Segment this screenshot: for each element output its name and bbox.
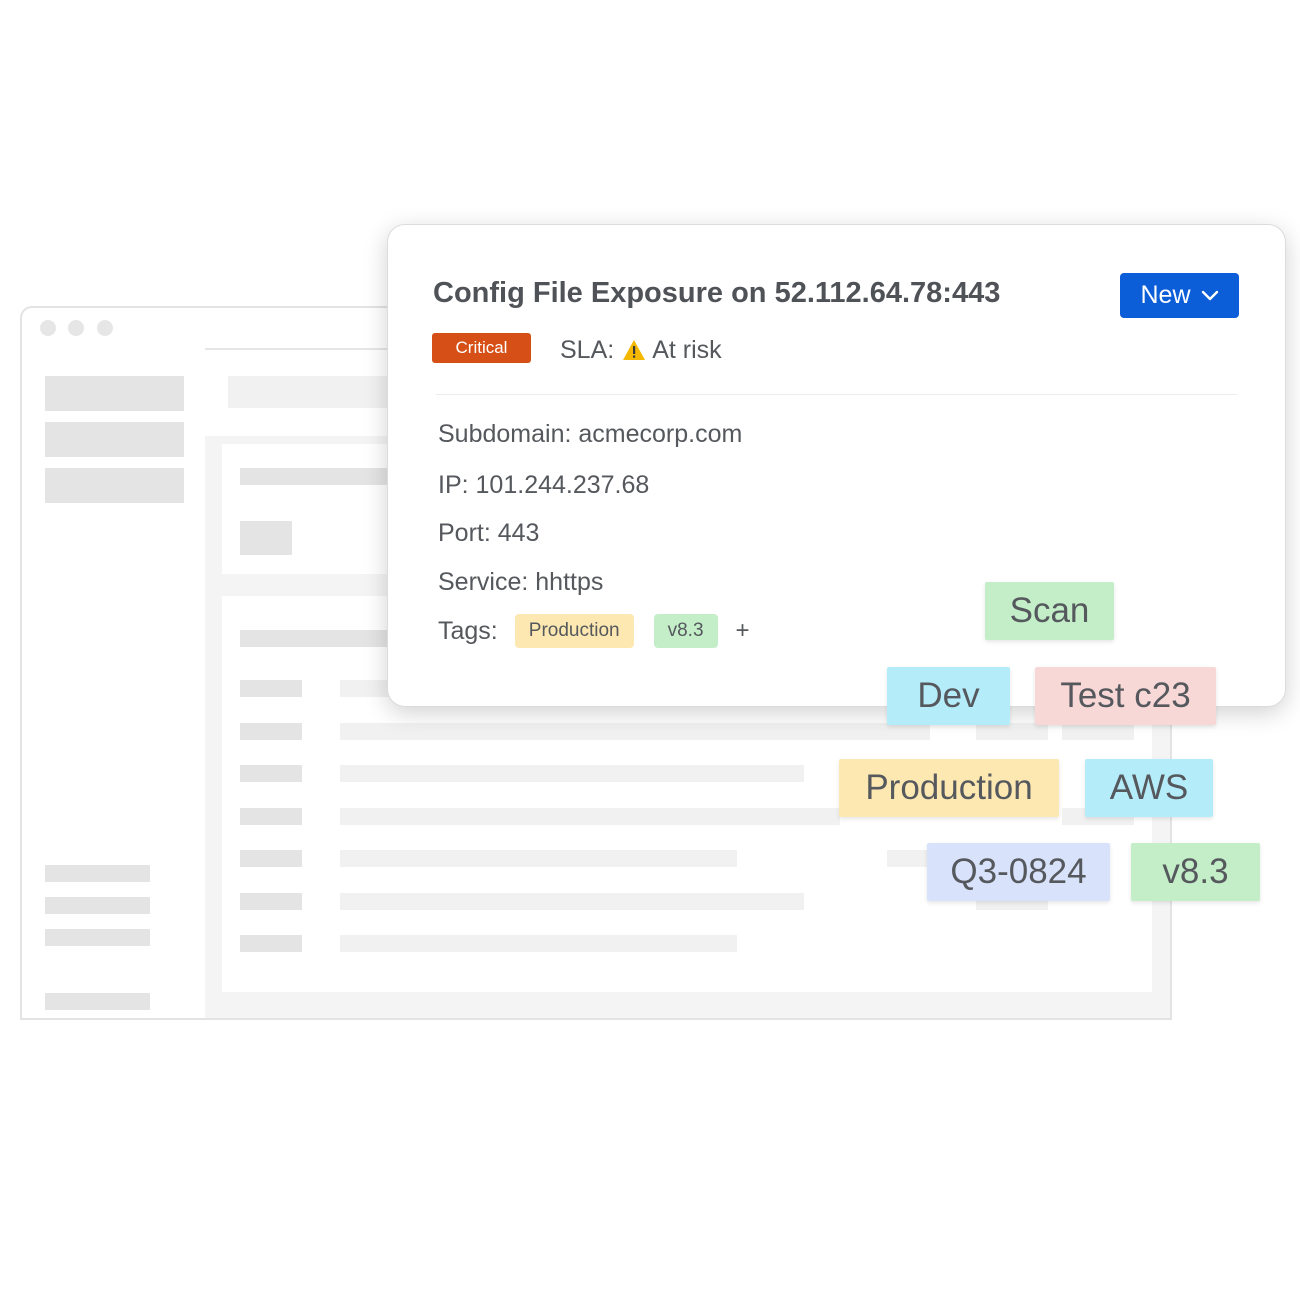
tag-production[interactable]: Production — [514, 614, 634, 648]
table-placeholder-cell — [240, 935, 302, 952]
severity-badge: Critical — [432, 333, 531, 363]
ip-value: 101.244.237.68 — [475, 471, 650, 499]
sidebar-placeholder-block — [45, 376, 184, 411]
sidebar-placeholder-block — [45, 422, 184, 457]
table-placeholder-bar — [340, 723, 930, 740]
table-placeholder-cell — [240, 808, 302, 825]
add-tag-button[interactable]: + — [736, 617, 750, 645]
service-value: hhttps — [535, 568, 604, 596]
table-placeholder-cell — [240, 680, 302, 697]
floating-tag-aws[interactable]: AWS — [1085, 759, 1213, 817]
table-placeholder-bar — [340, 850, 737, 867]
table-placeholder-bar — [1062, 723, 1134, 740]
subdomain-field: Subdomain: acmecorp.com — [438, 420, 742, 449]
table-placeholder-cell — [240, 765, 302, 782]
sidebar-placeholder-line — [45, 865, 150, 882]
port-value: 443 — [497, 519, 540, 547]
service-label: Service: — [438, 568, 529, 596]
panel-placeholder-block — [240, 521, 292, 555]
sidebar-placeholder-block — [45, 468, 184, 503]
status-dropdown-button[interactable]: New — [1120, 273, 1239, 318]
panel-placeholder-line — [240, 468, 410, 485]
placeholder-sidebar — [22, 348, 205, 1018]
sla-label: SLA: — [560, 335, 615, 364]
warning-icon — [623, 340, 646, 360]
table-placeholder-cell — [240, 893, 302, 910]
window-dot-2 — [68, 320, 84, 336]
sidebar-placeholder-line — [45, 993, 150, 1010]
table-placeholder-bar — [340, 893, 804, 910]
sidebar-placeholder-line — [45, 897, 150, 914]
table-placeholder-bar — [340, 765, 804, 782]
floating-tag-dev[interactable]: Dev — [887, 667, 1010, 725]
floating-tag-production[interactable]: Production — [839, 759, 1059, 817]
table-placeholder-bar — [340, 808, 840, 825]
table-placeholder-title — [240, 630, 400, 647]
header-placeholder — [228, 376, 398, 408]
service-field: Service: hhttps — [438, 568, 603, 597]
table-placeholder-bar — [340, 935, 737, 952]
table-placeholder-bar — [976, 723, 1048, 740]
window-dot-1 — [40, 320, 56, 336]
sla-status: SLA: At risk — [560, 333, 722, 367]
port-field: Port: 443 — [438, 519, 539, 548]
floating-tag-q3-0824[interactable]: Q3-0824 — [927, 843, 1110, 901]
floating-tag-scan[interactable]: Scan — [985, 582, 1114, 640]
sla-value: At risk — [652, 335, 722, 364]
table-placeholder-cell — [240, 723, 302, 740]
sidebar-placeholder-line — [45, 929, 150, 946]
finding-detail-card: Config File Exposure on 52.112.64.78:443… — [387, 224, 1286, 707]
ip-field: IP: 101.244.237.68 — [438, 471, 649, 500]
table-placeholder-cell — [240, 850, 302, 867]
tags-label: Tags: — [438, 616, 498, 645]
window-dot-3 — [97, 320, 113, 336]
tags-row: Tags: Production v8.3 + — [438, 613, 750, 649]
subdomain-label: Subdomain: — [438, 420, 572, 448]
finding-title: Config File Exposure on 52.112.64.78:443 — [433, 277, 1001, 309]
tag-v8-3[interactable]: v8.3 — [653, 614, 718, 648]
card-divider — [436, 394, 1237, 395]
floating-tag-test-c23[interactable]: Test c23 — [1035, 667, 1216, 725]
subdomain-value: acmecorp.com — [578, 420, 743, 448]
port-label: Port: — [438, 519, 491, 547]
status-label: New — [1140, 281, 1191, 309]
floating-tag-v8-3[interactable]: v8.3 — [1131, 843, 1260, 901]
chevron-down-icon — [1201, 290, 1218, 300]
ip-label: IP: — [438, 471, 469, 499]
